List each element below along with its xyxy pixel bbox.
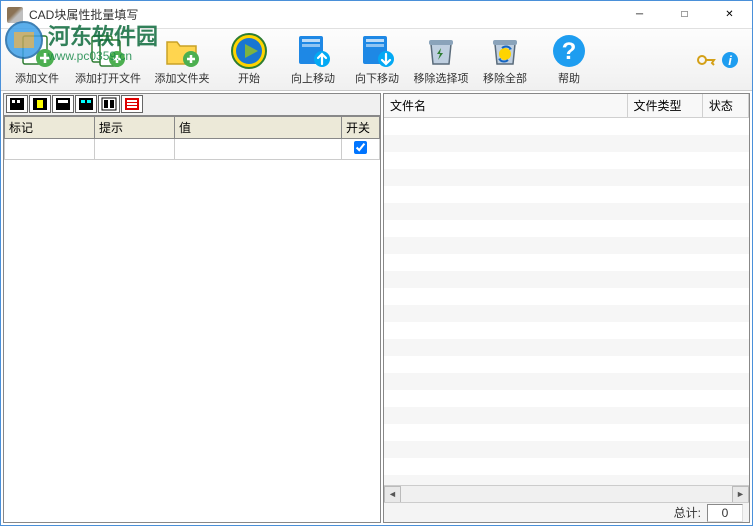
cell-switch[interactable] bbox=[342, 139, 380, 160]
titlebar: CAD块属性批量填写 ─ □ ✕ bbox=[1, 1, 752, 29]
col-mark[interactable]: 标记 bbox=[5, 117, 95, 139]
close-button[interactable]: ✕ bbox=[707, 1, 752, 29]
file-row[interactable] bbox=[384, 441, 749, 458]
file-row[interactable] bbox=[384, 373, 749, 390]
window-controls: ─ □ ✕ bbox=[617, 1, 752, 29]
scroll-right-arrow[interactable]: ► bbox=[732, 486, 749, 503]
file-row[interactable] bbox=[384, 288, 749, 305]
add-folder-button[interactable]: 添加文件夹 bbox=[147, 31, 217, 89]
attr-row[interactable] bbox=[5, 139, 380, 160]
add-file-label: 添加文件 bbox=[15, 70, 59, 86]
add-folder-label: 添加文件夹 bbox=[155, 70, 210, 86]
cell-hint[interactable] bbox=[95, 139, 175, 160]
move-down-icon bbox=[357, 33, 397, 69]
mini-btn-5[interactable] bbox=[98, 95, 120, 113]
main-area: 标记 提示 值 开关 文件名 文件类型 bbox=[1, 91, 752, 525]
main-toolbar: 添加文件 添加打开文件 添加文件夹 开始 向上移动 向下移动 移 bbox=[1, 29, 752, 91]
total-value: 0 bbox=[707, 504, 743, 522]
status-bar: 总计: 0 bbox=[384, 502, 749, 522]
help-button[interactable]: ? 帮助 bbox=[537, 31, 601, 89]
file-row[interactable] bbox=[384, 203, 749, 220]
mini-btn-2[interactable] bbox=[29, 95, 51, 113]
file-row[interactable] bbox=[384, 356, 749, 373]
file-list[interactable]: 文件名 文件类型 状态 bbox=[384, 94, 749, 485]
col-switch[interactable]: 开关 bbox=[342, 117, 380, 139]
add-file-button[interactable]: 添加文件 bbox=[5, 31, 69, 89]
move-up-icon bbox=[293, 33, 333, 69]
scroll-left-arrow[interactable]: ◄ bbox=[384, 486, 401, 503]
help-icon: ? bbox=[549, 33, 589, 69]
add-open-file-icon bbox=[88, 33, 128, 69]
file-row[interactable] bbox=[384, 390, 749, 407]
file-row[interactable] bbox=[384, 305, 749, 322]
start-label: 开始 bbox=[238, 70, 260, 86]
file-row[interactable] bbox=[384, 237, 749, 254]
window-title: CAD块属性批量填写 bbox=[29, 6, 617, 23]
move-up-button[interactable]: 向上移动 bbox=[281, 31, 345, 89]
add-file-icon bbox=[17, 33, 57, 69]
file-row[interactable] bbox=[384, 118, 749, 135]
file-row[interactable] bbox=[384, 424, 749, 441]
cell-mark[interactable] bbox=[5, 139, 95, 160]
attribute-grid[interactable]: 标记 提示 值 开关 bbox=[4, 116, 380, 522]
col-status[interactable]: 状态 bbox=[702, 94, 748, 118]
file-list-pane: 文件名 文件类型 状态 ◄ ► 总计: 0 bbox=[383, 93, 750, 523]
mini-btn-6[interactable] bbox=[121, 95, 143, 113]
file-row[interactable] bbox=[384, 254, 749, 271]
scroll-track[interactable] bbox=[401, 486, 732, 502]
remove-selection-label: 移除选择项 bbox=[414, 70, 469, 86]
file-row[interactable] bbox=[384, 322, 749, 339]
col-hint[interactable]: 提示 bbox=[95, 117, 175, 139]
file-row[interactable] bbox=[384, 339, 749, 356]
start-icon bbox=[229, 33, 269, 69]
app-icon bbox=[7, 7, 23, 23]
horizontal-scrollbar[interactable]: ◄ ► bbox=[384, 485, 749, 502]
mini-btn-1[interactable] bbox=[6, 95, 28, 113]
col-filename[interactable]: 文件名 bbox=[384, 94, 627, 118]
file-row[interactable] bbox=[384, 169, 749, 186]
file-row[interactable] bbox=[384, 220, 749, 237]
move-down-button[interactable]: 向下移动 bbox=[345, 31, 409, 89]
minimize-button[interactable]: ─ bbox=[617, 1, 662, 29]
remove-all-button[interactable]: 移除全部 bbox=[473, 31, 537, 89]
trash-recycle-icon bbox=[421, 33, 461, 69]
key-icon[interactable] bbox=[696, 50, 716, 70]
start-button[interactable]: 开始 bbox=[217, 31, 281, 89]
add-folder-icon bbox=[162, 33, 202, 69]
file-row[interactable] bbox=[384, 407, 749, 424]
trash-all-icon bbox=[485, 33, 525, 69]
col-value[interactable]: 值 bbox=[175, 117, 342, 139]
svg-text:?: ? bbox=[562, 38, 577, 65]
add-open-file-label: 添加打开文件 bbox=[75, 70, 141, 86]
move-down-label: 向下移动 bbox=[355, 70, 399, 86]
file-row[interactable] bbox=[384, 475, 749, 486]
help-label: 帮助 bbox=[558, 70, 580, 86]
add-open-file-button[interactable]: 添加打开文件 bbox=[69, 31, 147, 89]
mini-btn-4[interactable] bbox=[75, 95, 97, 113]
file-row[interactable] bbox=[384, 186, 749, 203]
col-filetype[interactable]: 文件类型 bbox=[627, 94, 702, 118]
remove-selection-button[interactable]: 移除选择项 bbox=[409, 31, 473, 89]
file-row[interactable] bbox=[384, 152, 749, 169]
move-up-label: 向上移动 bbox=[291, 70, 335, 86]
file-row[interactable] bbox=[384, 271, 749, 288]
file-row[interactable] bbox=[384, 458, 749, 475]
maximize-button[interactable]: □ bbox=[662, 1, 707, 29]
attribute-pane: 标记 提示 值 开关 bbox=[3, 93, 381, 523]
info-icon[interactable]: i bbox=[720, 50, 740, 70]
switch-checkbox[interactable] bbox=[354, 141, 367, 154]
mini-btn-3[interactable] bbox=[52, 95, 74, 113]
remove-all-label: 移除全部 bbox=[483, 70, 527, 86]
svg-text:i: i bbox=[728, 53, 732, 68]
total-label: 总计: bbox=[674, 504, 701, 521]
file-row[interactable] bbox=[384, 135, 749, 152]
mini-toolbar bbox=[4, 94, 380, 116]
cell-value[interactable] bbox=[175, 139, 342, 160]
